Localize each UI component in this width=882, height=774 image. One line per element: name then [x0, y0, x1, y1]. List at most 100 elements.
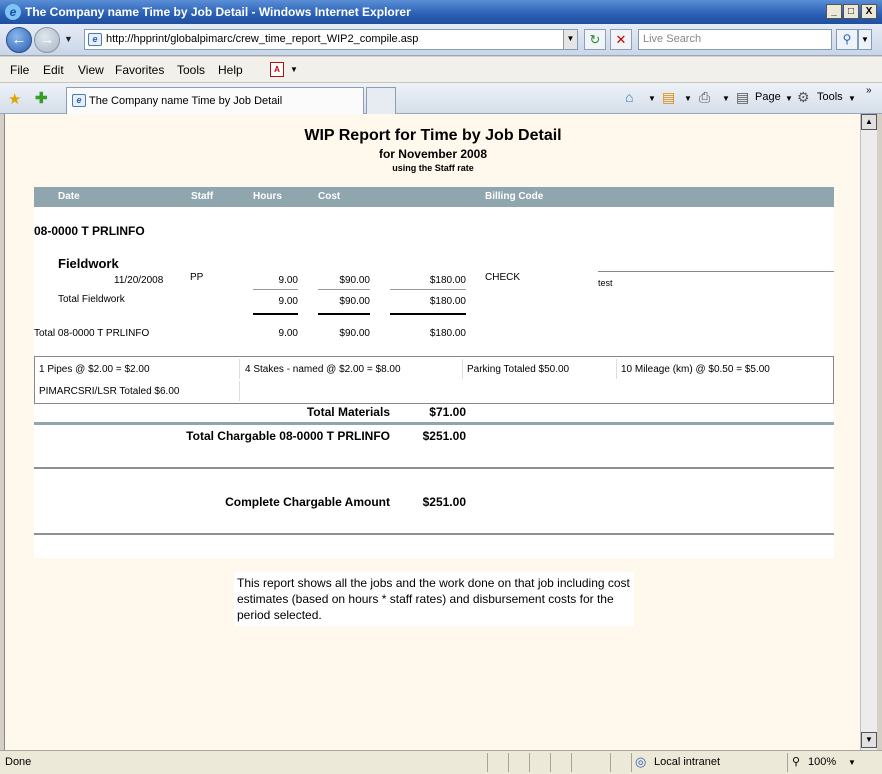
- favorites-star-icon[interactable]: ★: [8, 90, 21, 108]
- status-pane: [508, 753, 528, 772]
- close-button[interactable]: X: [861, 4, 877, 19]
- search-input[interactable]: Live Search: [638, 29, 832, 50]
- feeds-icon[interactable]: ▤: [662, 89, 675, 106]
- entry-staff: PP: [190, 272, 204, 283]
- address-url: http://hpprint/globalpimarc/crew_time_re…: [106, 33, 419, 45]
- page-dropdown[interactable]: ▼: [785, 94, 793, 103]
- page-content: WIP Report for Time by Job Detail for No…: [4, 114, 860, 750]
- zone-pane: ◎ Local intranet: [631, 753, 781, 772]
- entry-note: test: [598, 278, 613, 288]
- tab-bar: ★ ✚ e The Company name Time by Job Detai…: [0, 83, 882, 114]
- home-dropdown[interactable]: ▼: [648, 94, 656, 103]
- material-item: Parking Totaled $50.00: [463, 359, 617, 379]
- complete-chargable-value: $251.00: [422, 495, 466, 509]
- address-dropdown[interactable]: ▼: [563, 30, 577, 49]
- security-zone: Local intranet: [654, 756, 721, 768]
- search-options-dropdown[interactable]: ▼: [858, 29, 872, 50]
- intranet-globe-icon: ◎: [635, 754, 647, 769]
- new-tab-button[interactable]: [366, 87, 396, 114]
- job-total-label: Total 08-0000 T PRLINFO: [34, 328, 150, 339]
- materials-table: 1 Pipes @ $2.00 = $2.00 4 Stakes - named…: [34, 356, 834, 404]
- menu-view[interactable]: View: [78, 63, 104, 77]
- divider: [34, 422, 834, 425]
- chevron-more-icon[interactable]: »: [866, 85, 872, 96]
- vertical-scrollbar[interactable]: ▲ ▼: [860, 114, 877, 750]
- entry-charge: $180.00: [429, 275, 466, 286]
- entry-cost: $90.00: [339, 275, 370, 286]
- job-heading: 08-0000 T PRLINFO: [34, 224, 145, 238]
- note-line: [598, 271, 834, 272]
- page-menu-icon: ▤: [736, 89, 750, 105]
- job-total-hours: 9.00: [278, 328, 298, 339]
- status-text: Done: [5, 756, 32, 768]
- page-menu[interactable]: Page: [755, 91, 781, 103]
- status-bar: Done ◎ Local intranet ⚲ 100% ▼: [0, 750, 882, 774]
- material-item: PIMARCSRI/LSR Totaled $6.00: [35, 381, 240, 401]
- scroll-down-button[interactable]: ▼: [861, 732, 877, 748]
- tools-menu[interactable]: Tools: [817, 91, 843, 103]
- material-item: 10 Mileage (km) @ $0.50 = $5.00: [621, 364, 770, 375]
- menu-edit[interactable]: Edit: [43, 63, 64, 77]
- report-description: This report shows all the jobs and the w…: [234, 572, 634, 626]
- total-materials-value: $71.00: [429, 405, 466, 419]
- ie-logo-icon: e: [5, 4, 21, 20]
- tab-active[interactable]: e The Company name Time by Job Detail: [66, 87, 364, 114]
- tools-dropdown[interactable]: ▼: [848, 94, 856, 103]
- total-chargable-value: $251.00: [422, 429, 466, 443]
- section-total-label: Total Fieldwork: [58, 294, 125, 305]
- recent-pages-dropdown[interactable]: ▼: [64, 34, 73, 44]
- title-bar: e The Company name Time by Job Detail - …: [0, 0, 882, 24]
- entry-billing-code: CHECK: [485, 272, 521, 283]
- print-dropdown[interactable]: ▼: [722, 94, 730, 103]
- entry-date: 11/20/2008: [114, 275, 164, 286]
- menu-help[interactable]: Help: [218, 63, 243, 77]
- material-item: 1 Pipes @ $2.00 = $2.00: [35, 359, 240, 379]
- window-title: The Company name Time by Job Detail - Wi…: [25, 5, 411, 19]
- search-placeholder: Live Search: [643, 33, 702, 45]
- page-icon: e: [88, 33, 102, 46]
- column-date: Date: [58, 191, 80, 202]
- pdf-icon[interactable]: A: [270, 62, 284, 77]
- zoom-dropdown[interactable]: ▼: [848, 758, 856, 767]
- charge-underline: [390, 289, 466, 290]
- status-pane: [529, 753, 549, 772]
- menu-favorites[interactable]: Favorites: [115, 63, 164, 77]
- status-pane: [571, 753, 591, 772]
- job-total-charge: $180.00: [429, 328, 466, 339]
- gear-icon: ⚙: [797, 89, 810, 105]
- column-header-bar: Date Staff Hours Cost Billing Code: [34, 187, 834, 207]
- zoom-pane[interactable]: ⚲ 100% ▼: [787, 753, 882, 772]
- forward-button[interactable]: →: [34, 27, 60, 53]
- address-bar[interactable]: e http://hpprint/globalpimarc/crew_time_…: [84, 29, 578, 50]
- back-button[interactable]: ←: [6, 27, 32, 53]
- job-total-cost: $90.00: [339, 328, 370, 339]
- menu-tools[interactable]: Tools: [177, 63, 205, 77]
- total-materials-label: Total Materials: [306, 405, 390, 419]
- minimize-button[interactable]: _: [826, 4, 842, 19]
- feeds-dropdown[interactable]: ▼: [684, 94, 692, 103]
- scroll-up-button[interactable]: ▲: [861, 114, 877, 130]
- status-pane: [487, 753, 507, 772]
- cost-total-rule: [318, 313, 370, 315]
- refresh-button[interactable]: ↻: [584, 29, 606, 50]
- status-pane: [550, 753, 570, 772]
- home-icon[interactable]: ⌂: [625, 89, 633, 105]
- zoom-level: 100%: [808, 756, 837, 768]
- navigation-bar: ← → ▼ e http://hpprint/globalpimarc/crew…: [0, 24, 882, 56]
- cost-underline: [318, 289, 370, 290]
- stop-button[interactable]: ✕: [610, 29, 632, 50]
- page-icon: e: [72, 94, 86, 107]
- menu-file[interactable]: File: [10, 63, 29, 77]
- add-favorite-icon[interactable]: ✚: [35, 89, 48, 107]
- maximize-button[interactable]: □: [843, 4, 859, 19]
- column-hours: Hours: [253, 191, 282, 202]
- complete-chargable-label: Complete Chargable Amount: [225, 495, 390, 509]
- print-icon[interactable]: ⎙: [699, 89, 710, 106]
- pdf-dropdown[interactable]: ▼: [290, 65, 298, 74]
- hours-total-rule: [253, 313, 298, 315]
- divider: [34, 467, 834, 469]
- column-staff: Staff: [191, 191, 214, 202]
- material-item: 4 Stakes - named @ $2.00 = $8.00: [241, 359, 463, 379]
- search-button[interactable]: ⚲: [836, 29, 858, 50]
- entry-hours: 9.00: [278, 275, 298, 286]
